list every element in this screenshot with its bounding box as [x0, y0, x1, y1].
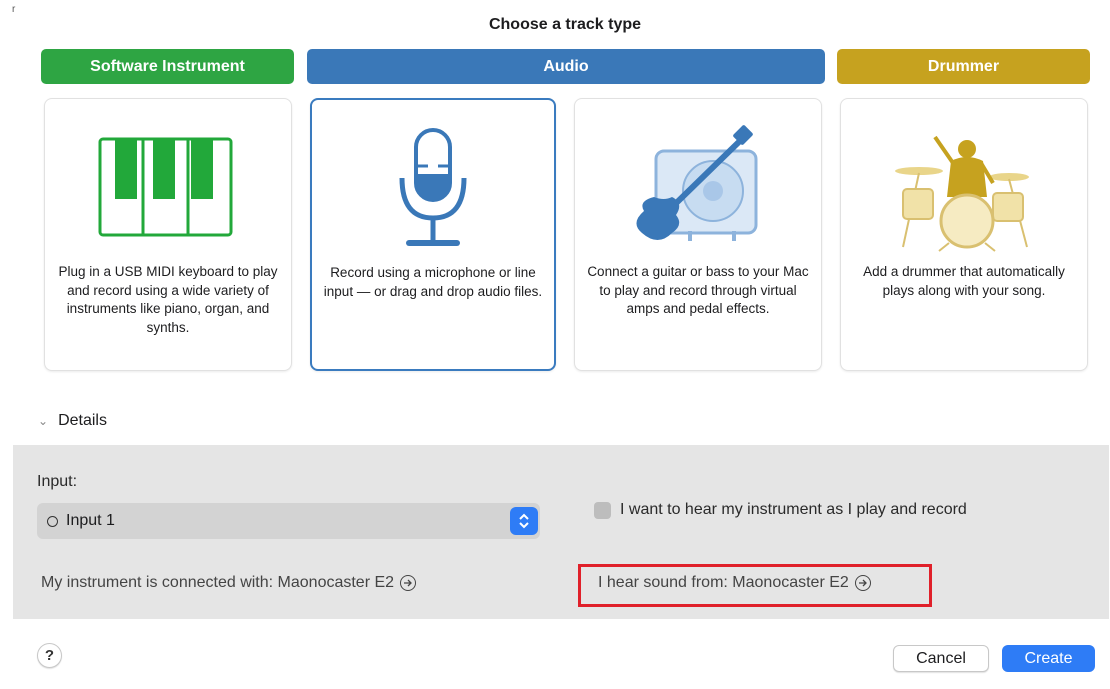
corner-mark: r: [12, 4, 16, 15]
arrow-right-circle-icon[interactable]: [854, 575, 871, 591]
guitar-amp-icon: [636, 125, 758, 241]
input-select[interactable]: Input 1: [37, 503, 540, 539]
details-panel: Input: Input 1 I want to hear my instrum…: [13, 445, 1109, 619]
piano-keyboard-icon: [98, 137, 233, 237]
software-instrument-card[interactable]: Plug in a USB MIDI keyboard to play and …: [44, 98, 292, 371]
drummer-description: Add a drummer that automatically plays a…: [863, 264, 1065, 298]
details-disclosure[interactable]: ⌄ Details: [38, 412, 107, 430]
instrument-connection-link[interactable]: My instrument is connected with: Maonoca…: [41, 574, 417, 592]
input-select-value: Input 1: [66, 512, 115, 529]
software-instrument-description: Plug in a USB MIDI keyboard to play and …: [58, 264, 278, 335]
guitar-card[interactable]: Connect a guitar or bass to your Mac to …: [574, 98, 822, 371]
microphone-icon: [399, 128, 467, 246]
create-button[interactable]: Create: [1002, 645, 1095, 672]
guitar-description: Connect a guitar or bass to your Mac to …: [587, 264, 809, 316]
drummer-icon: [895, 135, 1029, 252]
monitor-checkbox[interactable]: [594, 501, 611, 519]
output-device-link[interactable]: I hear sound from: Maonocaster E2: [598, 574, 871, 592]
dialog-title: Choose a track type: [488, 16, 642, 33]
chevron-down-icon: ⌄: [38, 414, 49, 428]
arrow-right-circle-icon[interactable]: [400, 575, 417, 591]
drummer-card[interactable]: Add a drummer that automatically plays a…: [840, 98, 1088, 371]
input-circle-icon: [47, 515, 58, 527]
select-stepper-icon[interactable]: [510, 507, 538, 535]
audio-description: Record using a microphone or line input …: [323, 265, 543, 299]
drummer-button[interactable]: Drummer: [837, 49, 1090, 84]
software-instrument-button[interactable]: Software Instrument: [41, 49, 294, 84]
hear-label: I hear sound from: Maonocaster E2: [598, 574, 849, 591]
connected-label: My instrument is connected with: Maonoca…: [41, 574, 395, 591]
cancel-button[interactable]: Cancel: [893, 645, 989, 672]
monitor-option[interactable]: I want to hear my instrument as I play a…: [594, 501, 967, 519]
audio-card[interactable]: Record using a microphone or line input …: [310, 98, 556, 371]
monitor-label: I want to hear my instrument as I play a…: [620, 501, 967, 518]
audio-button[interactable]: Audio: [307, 49, 825, 84]
input-label: Input:: [37, 473, 78, 490]
help-button[interactable]: ?: [37, 643, 62, 668]
details-label: Details: [58, 412, 107, 429]
